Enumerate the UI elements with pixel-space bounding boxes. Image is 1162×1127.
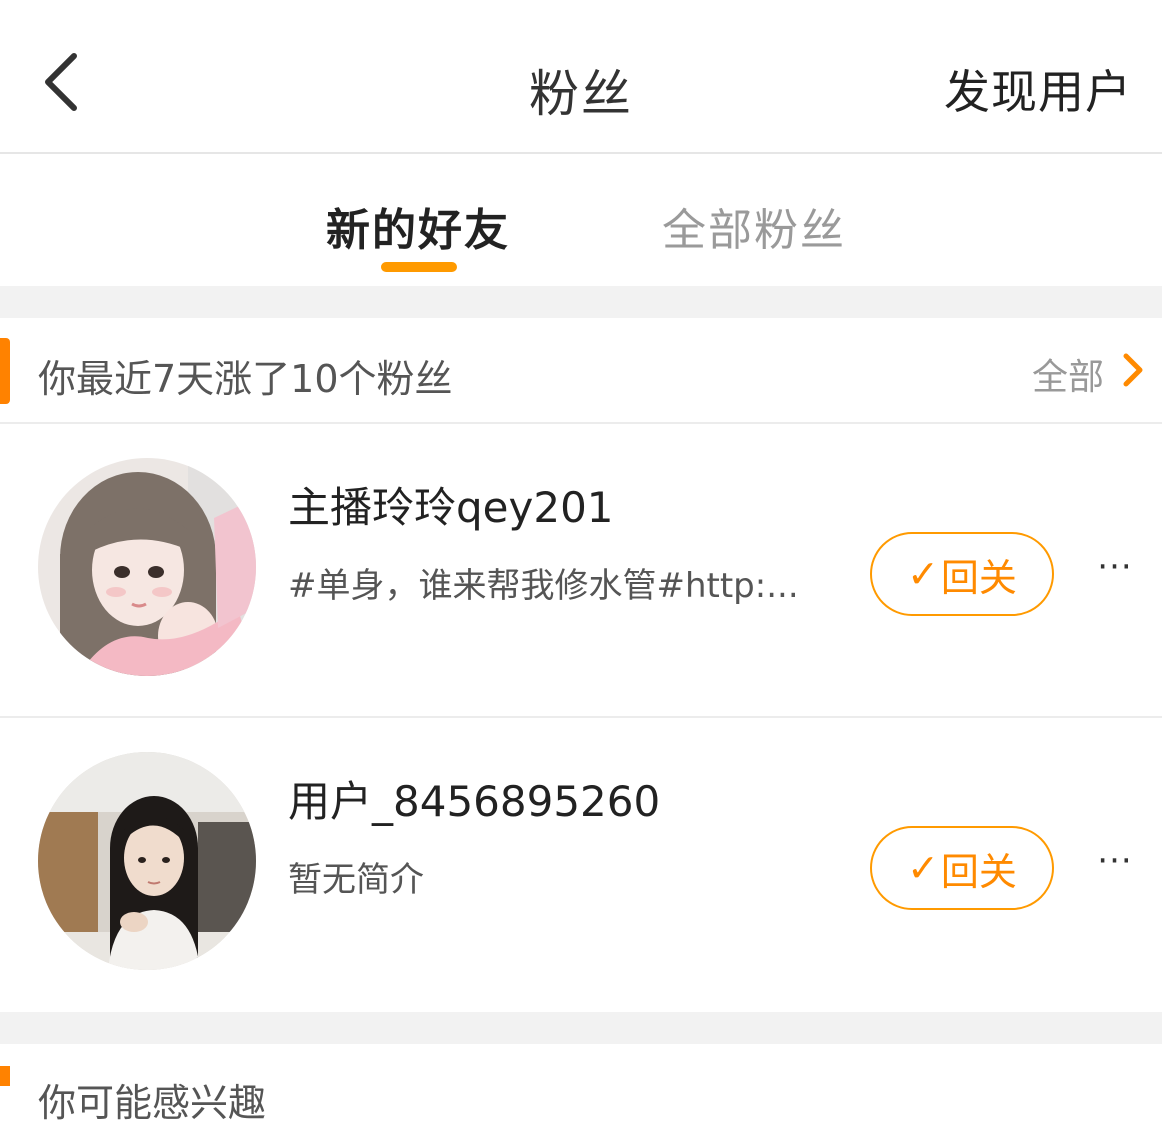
chevron-right-icon bbox=[1123, 353, 1143, 387]
fan-bio: #单身，谁来帮我修水管#http:... bbox=[288, 566, 799, 606]
discover-users-button[interactable]: 发现用户 bbox=[944, 56, 1132, 122]
fan-row[interactable]: 主播玲玲qey201 #单身，谁来帮我修水管#http:... ✓ 回关 ··· bbox=[0, 424, 1162, 718]
tab-bar: 新的好友 全部粉丝 bbox=[0, 154, 1162, 284]
fan-bio: 暂无简介 bbox=[288, 860, 424, 900]
fan-name[interactable]: 主播玲玲qey201 bbox=[288, 474, 614, 535]
section-gap bbox=[0, 286, 1162, 318]
fan-name[interactable]: 用户_8456895260 bbox=[288, 768, 660, 829]
section-title: 你可能感兴趣 bbox=[38, 1081, 267, 1125]
follow-back-button[interactable]: ✓ 回关 bbox=[870, 826, 1054, 910]
fan-row[interactable]: 用户_8456895260 暂无简介 ✓ 回关 ··· bbox=[0, 718, 1162, 1012]
more-dots-icon[interactable]: ··· bbox=[1092, 550, 1138, 584]
section-title: 你最近7天涨了10个粉丝 bbox=[38, 357, 453, 401]
active-tab-indicator bbox=[381, 262, 457, 272]
section-accent-bar bbox=[0, 1066, 10, 1086]
follow-back-button[interactable]: ✓ 回关 bbox=[870, 532, 1054, 616]
tab-new-friends[interactable]: 新的好友 bbox=[326, 194, 510, 258]
suggested-section: 你可能感兴趣 bbox=[0, 1044, 1162, 1125]
tab-all-fans[interactable]: 全部粉丝 bbox=[662, 194, 846, 258]
check-icon: ✓ bbox=[907, 552, 939, 596]
section-accent-bar bbox=[0, 338, 10, 404]
follow-back-label: 回关 bbox=[940, 555, 1017, 600]
new-fans-summary: 你最近7天涨了10个粉丝 全部 bbox=[0, 318, 1162, 424]
more-dots-icon[interactable]: ··· bbox=[1092, 844, 1138, 878]
avatar-image bbox=[38, 752, 256, 970]
avatar[interactable] bbox=[38, 752, 256, 970]
section-gap bbox=[0, 1012, 1162, 1044]
avatar[interactable] bbox=[38, 458, 256, 676]
check-icon: ✓ bbox=[907, 846, 939, 890]
view-all-link[interactable]: 全部 bbox=[1032, 348, 1104, 400]
avatar-image bbox=[38, 458, 256, 676]
view-all-chevron[interactable] bbox=[1118, 350, 1148, 390]
top-nav-bar: 粉丝 发现用户 bbox=[0, 0, 1162, 154]
follow-back-label: 回关 bbox=[940, 849, 1017, 894]
